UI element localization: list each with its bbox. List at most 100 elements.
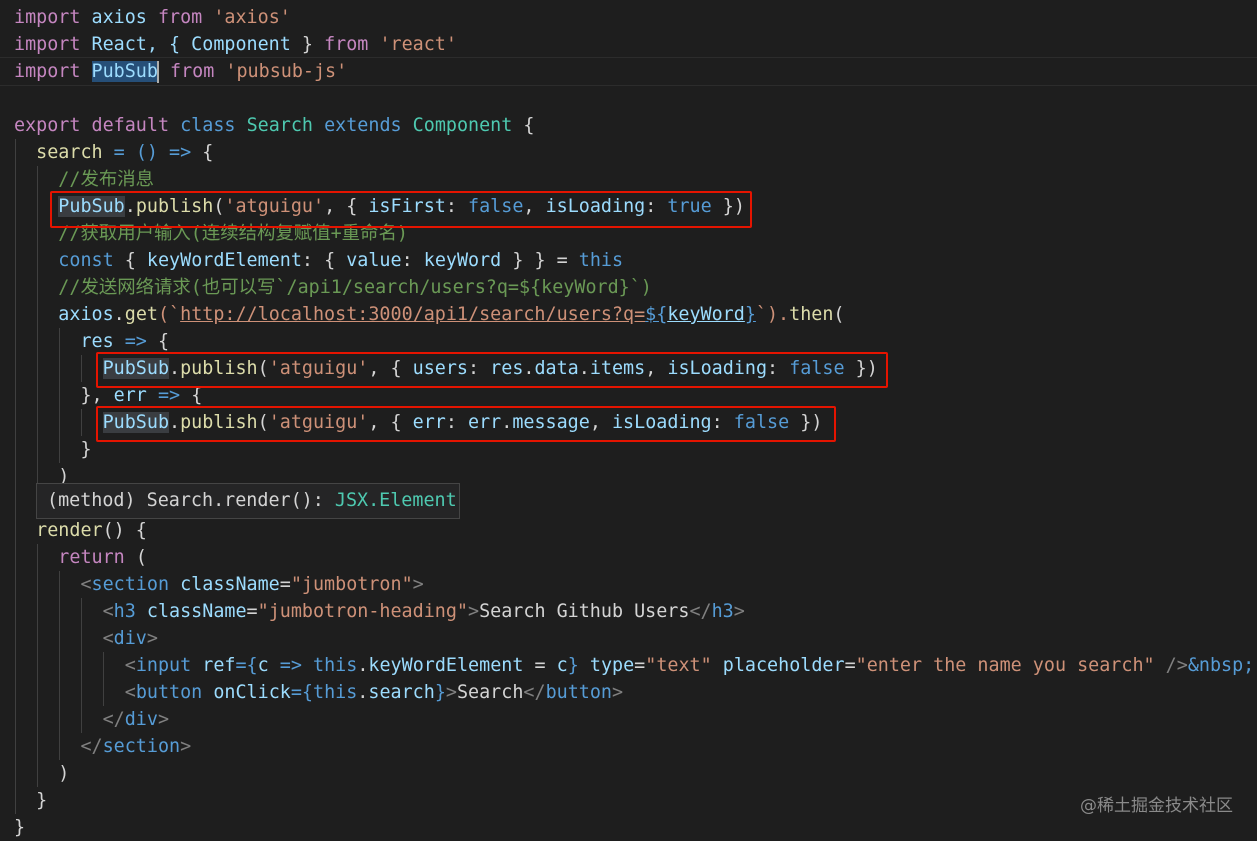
token: }: [744, 304, 756, 325]
code-line-26[interactable]: <button onClick={this.search}>Search</bu…: [14, 679, 623, 706]
code-line-12[interactable]: axios.get(`http://localhost:3000/api1/se…: [14, 301, 844, 328]
token: </: [102, 709, 125, 730]
token: (: [135, 547, 147, 568]
token: keyWordElement: [368, 655, 524, 676]
code-line-25[interactable]: <input ref={c => this.keyWordElement = c…: [14, 652, 1255, 679]
code-line-7[interactable]: //发布消息: [14, 166, 154, 193]
token: />: [1154, 655, 1188, 676]
token: </: [80, 736, 103, 757]
code-line-30[interactable]: }: [14, 787, 47, 814]
token: keyWord: [423, 250, 502, 271]
token: =>: [157, 385, 181, 406]
token: this: [313, 682, 358, 703]
token: }: [14, 817, 26, 838]
code-line-21[interactable]: return (: [14, 544, 147, 571]
token: &nbsp;: [1187, 655, 1255, 676]
token: Search: [246, 115, 313, 136]
token: }: [36, 790, 48, 811]
token: Search: [456, 682, 524, 703]
token: Search Github Users: [479, 601, 690, 622]
token: from: [157, 7, 203, 28]
token: () {: [102, 520, 147, 541]
token: value: [346, 250, 402, 271]
token: keyWord: [667, 304, 745, 325]
token: section: [102, 736, 181, 757]
url-link[interactable]: http://localhost:3000/api1/search/users?…: [180, 304, 645, 325]
code-line-24[interactable]: <div>: [14, 625, 158, 652]
token: (`: [157, 304, 181, 325]
code-line-3[interactable]: import PubSub from 'pubsub-js': [14, 58, 347, 85]
token: Component: [412, 115, 513, 136]
token: 'react': [379, 34, 457, 55]
token: =>: [124, 331, 147, 352]
code-editor[interactable]: import axios from 'axios' import React, …: [0, 0, 1257, 840]
token: {: [523, 115, 535, 136]
highlight-box-publish-error: [96, 406, 836, 442]
code-line-22[interactable]: <section className="jumbotron">: [14, 571, 423, 598]
token: :: [401, 250, 424, 271]
code-line-2[interactable]: import React, { Component } from 'react': [14, 31, 457, 58]
token: ${: [645, 304, 668, 325]
tooltip-return-type: JSX.Element: [334, 490, 457, 511]
token: <: [80, 574, 92, 595]
token: button: [545, 682, 612, 703]
comment: //发送网络请求(也可以写`/api1/search/users?q=${key…: [58, 277, 652, 298]
token: =: [844, 655, 856, 676]
token: >: [180, 736, 192, 757]
token: const: [58, 250, 114, 271]
code-line-17[interactable]: }: [14, 436, 91, 463]
code-line-1[interactable]: import axios from 'axios': [14, 4, 291, 31]
watermark: @稀土掘金技术社区: [1080, 796, 1233, 816]
token: >: [612, 682, 624, 703]
token: render: [36, 520, 103, 541]
token: class: [180, 115, 236, 136]
token: c: [257, 655, 269, 676]
token: =: [523, 655, 557, 676]
token: import: [14, 34, 81, 55]
hover-tooltip: (method) Search.render(): JSX.Element: [36, 483, 460, 519]
code-line-11[interactable]: //发送网络请求(也可以写`/api1/search/users?q=${key…: [14, 274, 652, 301]
token: from: [170, 61, 215, 82]
code-line-20[interactable]: render() {: [14, 517, 147, 544]
token: res: [80, 331, 114, 352]
token: <: [124, 655, 136, 676]
token: ref: [202, 655, 236, 676]
token: .: [357, 682, 369, 703]
token: {: [202, 142, 214, 163]
code-line-5[interactable]: export default class Search extends Comp…: [14, 112, 534, 139]
tooltip-signature: (method) Search.render():: [47, 490, 335, 511]
token: className: [180, 574, 280, 595]
code-line-28[interactable]: </section>: [14, 733, 191, 760]
code-line-10[interactable]: const { keyWordElement: { value: keyWord…: [14, 247, 623, 274]
code-line-29[interactable]: ): [14, 760, 69, 787]
token: "jumbotron": [290, 574, 413, 595]
code-line-6[interactable]: search = () => {: [14, 139, 213, 166]
token: ): [58, 763, 70, 784]
token: then: [789, 304, 834, 325]
token: placeholder: [722, 655, 845, 676]
token: >: [733, 601, 745, 622]
token: this: [313, 655, 358, 676]
token: h3: [711, 601, 734, 622]
token: </: [523, 682, 546, 703]
code-line-13[interactable]: res => {: [14, 328, 169, 355]
token: {: [191, 385, 203, 406]
token: =: [279, 574, 291, 595]
token: search: [36, 142, 103, 163]
code-line-31[interactable]: }: [14, 814, 25, 841]
token: search: [368, 682, 435, 703]
token: axios: [91, 7, 147, 28]
token: ={: [290, 682, 313, 703]
code-line-27[interactable]: </div>: [14, 706, 169, 733]
token: >: [157, 709, 170, 730]
token: import: [14, 7, 81, 28]
token: </: [689, 601, 712, 622]
selected-token: PubSub: [91, 61, 158, 82]
token: export: [14, 115, 81, 136]
token: 'pubsub-js': [225, 61, 348, 82]
token: div: [113, 628, 147, 649]
token: "enter the name you search": [855, 655, 1155, 676]
token: : {: [301, 250, 347, 271]
token: =>: [279, 655, 302, 676]
code-line-23[interactable]: <h3 className="jumbotron-heading">Search…: [14, 598, 745, 625]
